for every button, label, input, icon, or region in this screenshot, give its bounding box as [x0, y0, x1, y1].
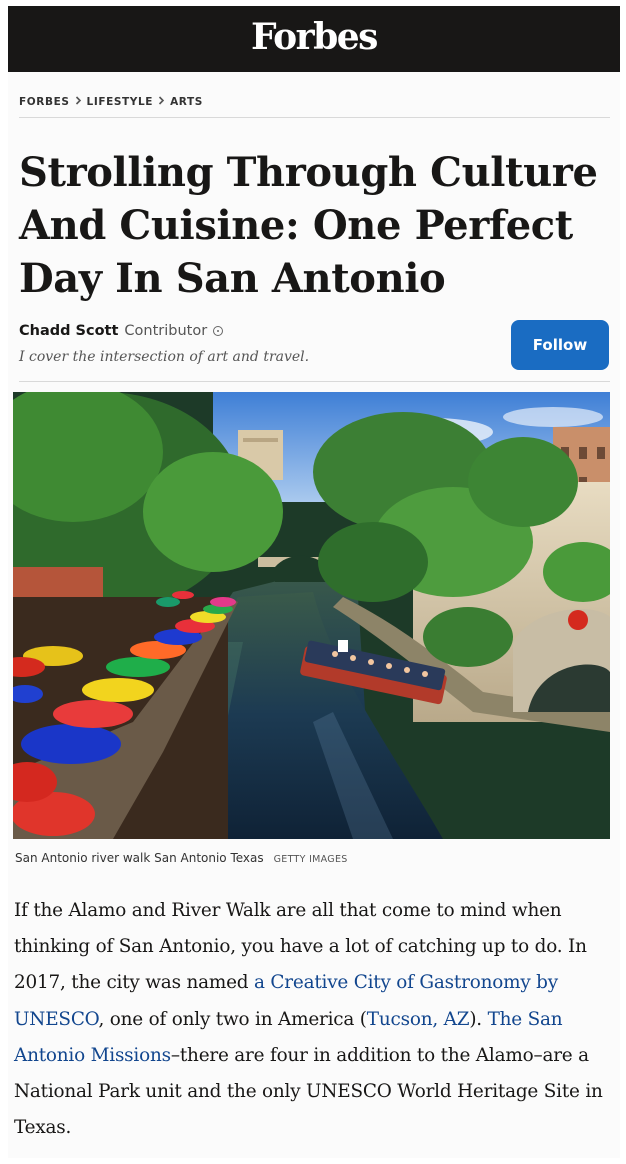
breadcrumb: FORBES LIFESTYLE ARTS: [19, 95, 203, 109]
follow-button[interactable]: Follow: [511, 320, 609, 370]
masthead: Forbes: [8, 6, 620, 72]
breadcrumb-item-lifestyle[interactable]: LIFESTYLE: [87, 96, 154, 108]
image-caption: San Antonio river walk San Antonio Texas…: [15, 851, 348, 865]
article-page: Forbes FORBES LIFESTYLE ARTS Strolling T…: [8, 6, 620, 1158]
byline: Chadd Scott Contributor: [19, 323, 224, 339]
caption-text: San Antonio river walk San Antonio Texas: [15, 851, 264, 865]
breadcrumb-item-forbes[interactable]: FORBES: [19, 96, 70, 108]
paragraph-text: ).: [469, 1008, 488, 1030]
breadcrumb-item-arts[interactable]: ARTS: [170, 96, 203, 108]
author-tagline: I cover the intersection of art and trav…: [19, 349, 310, 365]
link-tucson[interactable]: Tucson, AZ: [367, 1009, 470, 1030]
author-role: Contributor: [124, 323, 208, 339]
hero-image: [13, 392, 610, 839]
chevron-right-icon: [75, 96, 82, 108]
article-paragraph: If the Alamo and River Walk are all that…: [14, 893, 610, 1146]
chevron-right-icon: [158, 96, 165, 108]
article-headline: Strolling Through Culture And Cuisine: O…: [19, 149, 598, 302]
info-icon[interactable]: [213, 326, 224, 336]
author-name[interactable]: Chadd Scott: [19, 323, 118, 339]
forbes-logo[interactable]: Forbes: [251, 19, 378, 55]
paragraph-text: , one of only two in America (: [98, 1008, 367, 1030]
divider: [19, 117, 610, 118]
divider: [19, 381, 610, 382]
caption-credit: GETTY IMAGES: [273, 854, 348, 865]
